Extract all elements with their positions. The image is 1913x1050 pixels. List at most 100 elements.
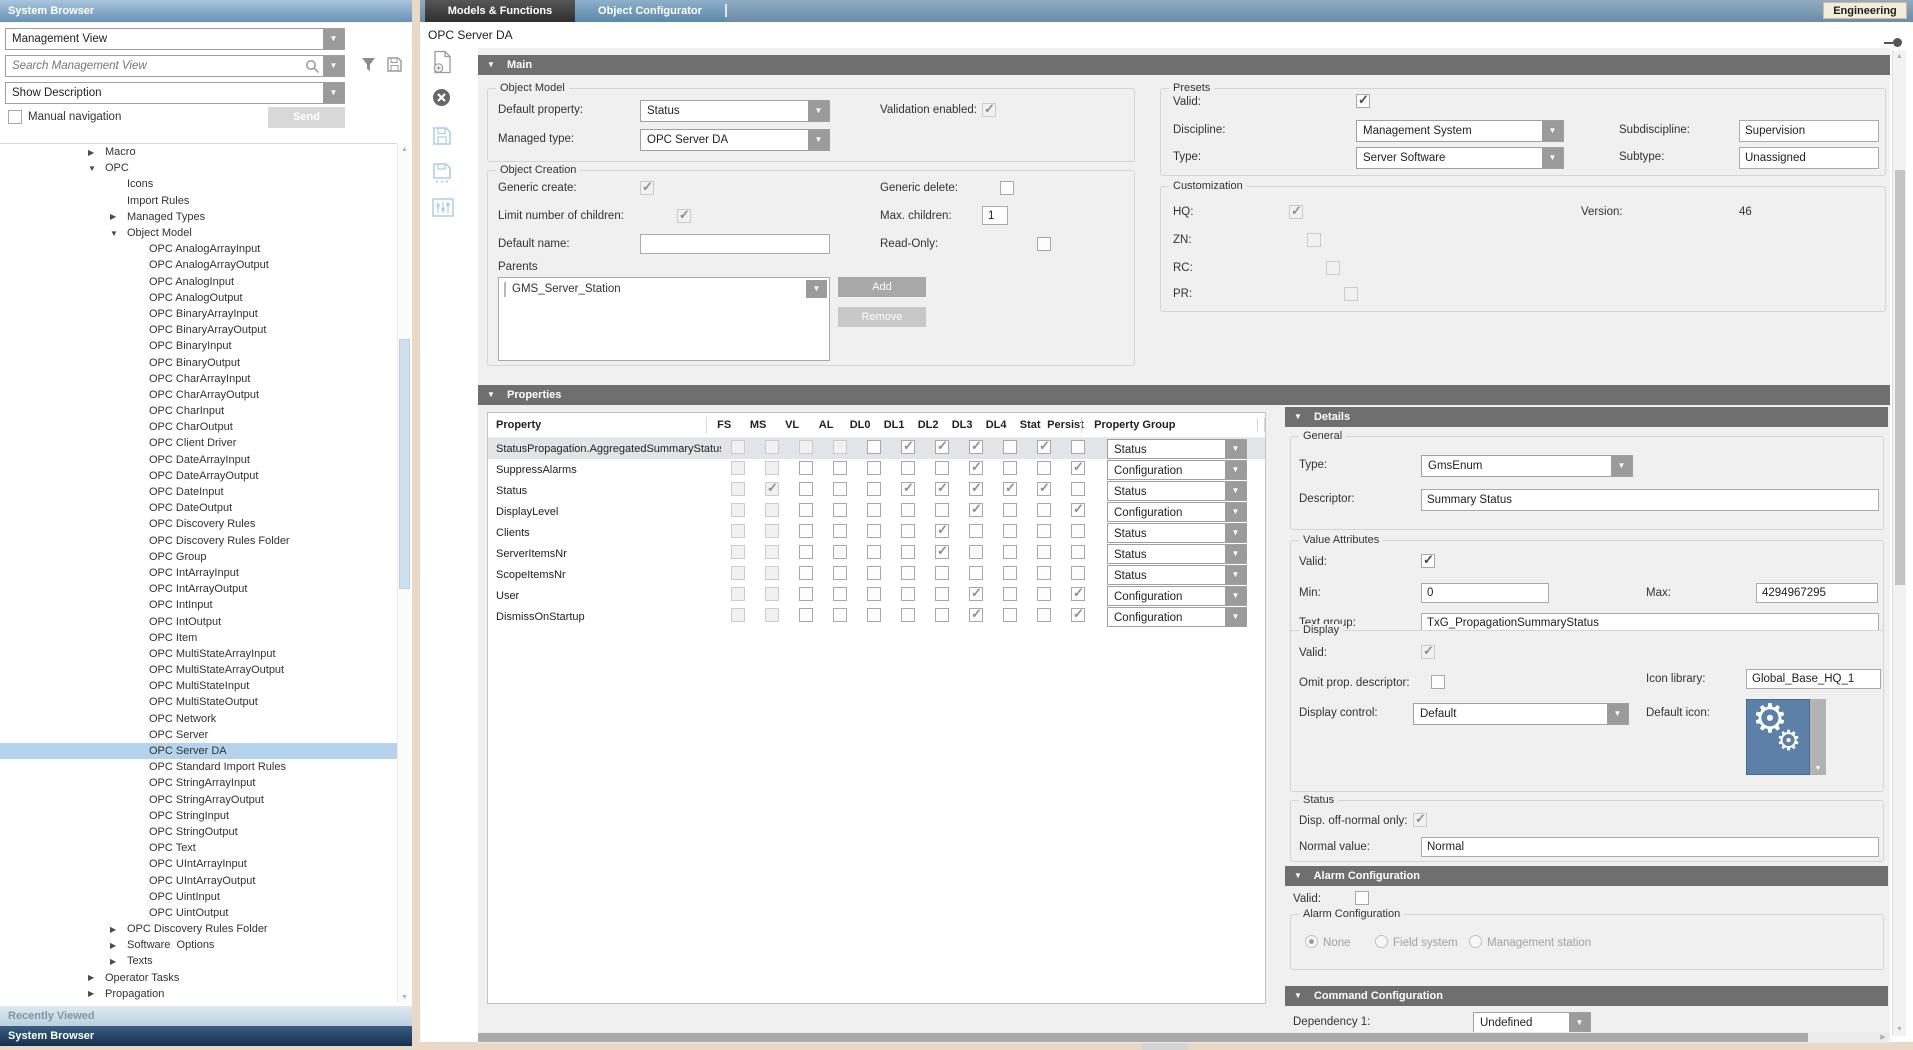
column-header[interactable]: Persist <box>1047 419 1081 431</box>
tree-item[interactable]: OPC Discovery Rules Folder <box>0 533 397 549</box>
flag-checkbox-dl2[interactable] <box>935 482 949 496</box>
flag-checkbox-al[interactable] <box>833 524 847 538</box>
flag-checkbox-vl[interactable] <box>799 524 813 538</box>
dropdown-arrow-icon[interactable]: ▼ <box>1611 456 1632 476</box>
tree-collapsed-arrow-icon[interactable]: ▶ <box>110 957 127 966</box>
flag-checkbox-dl1[interactable] <box>901 482 915 496</box>
command-section-header[interactable]: ▼ Command Configuration <box>1285 986 1888 1006</box>
collapse-arrow-icon[interactable]: ▼ <box>1294 991 1302 1000</box>
recently-viewed-bar[interactable]: Recently Viewed <box>0 1006 412 1026</box>
tree-item[interactable]: OPC AnalogOutput <box>0 290 397 306</box>
collapse-arrow-icon[interactable]: ▼ <box>487 60 495 69</box>
tree-collapsed-arrow-icon[interactable]: ▶ <box>88 148 105 157</box>
dropdown-arrow-icon[interactable]: ▼ <box>1225 566 1246 584</box>
flag-checkbox-vl[interactable] <box>799 545 813 559</box>
tree-expanded-arrow-icon[interactable]: ▼ <box>110 229 127 238</box>
tree-item[interactable]: OPC AnalogArrayInput <box>0 241 397 257</box>
column-header[interactable]: DL4 <box>979 419 1013 431</box>
collapse-arrow-icon[interactable]: ▼ <box>1294 871 1302 880</box>
flag-checkbox-dl1[interactable] <box>901 503 915 517</box>
discipline-select[interactable]: Management System ▼ <box>1356 120 1564 142</box>
alarm-section-header[interactable]: ▼ Alarm Configuration <box>1285 866 1888 886</box>
column-header[interactable]: FS <box>707 419 741 431</box>
flag-checkbox-dl3[interactable] <box>969 524 983 538</box>
column-header[interactable]: VL <box>775 419 809 431</box>
flag-checkbox-dl1[interactable] <box>901 608 915 622</box>
property-group-select[interactable]: Status▼ <box>1107 544 1247 564</box>
tree-item[interactable]: ▼OPC <box>0 160 397 176</box>
tree-item[interactable]: ▶Propagation <box>0 986 397 1002</box>
parent-list-item[interactable]: GMS_Server_Station <box>512 283 621 295</box>
new-object-icon[interactable] <box>432 50 456 76</box>
property-group-select[interactable]: Status▼ <box>1107 481 1247 501</box>
column-header[interactable]: DL0 <box>843 419 877 431</box>
flag-checkbox-vl[interactable] <box>799 482 813 496</box>
column-header[interactable]: DL2 <box>911 419 945 431</box>
tree-item[interactable]: OPC Group <box>0 549 397 565</box>
flag-checkbox-stat[interactable] <box>1037 566 1051 580</box>
column-header[interactable]: Property Group <box>1081 417 1251 433</box>
tree-item[interactable]: OPC DateInput <box>0 484 397 500</box>
dropdown-arrow-icon[interactable]: ▼ <box>806 280 827 298</box>
tree-collapsed-arrow-icon[interactable]: ▶ <box>88 989 105 998</box>
tree-item[interactable]: OPC IntInput <box>0 597 397 613</box>
dropdown-arrow-icon[interactable]: ▼ <box>1225 461 1246 479</box>
dropdown-arrow-icon[interactable]: ▼ <box>808 130 829 150</box>
flag-checkbox-dl3[interactable] <box>969 566 983 580</box>
tree-item[interactable]: OPC UIntArrayOutput <box>0 872 397 888</box>
preset-type-select[interactable]: Server Software ▼ <box>1356 147 1564 169</box>
flag-checkbox-persist[interactable] <box>1071 566 1085 580</box>
managed-type-select[interactable]: OPC Server DA ▼ <box>640 129 830 151</box>
flag-checkbox-persist[interactable] <box>1071 587 1085 601</box>
max-children-input[interactable] <box>982 206 1008 225</box>
tree-item[interactable]: Icons <box>0 176 397 192</box>
tree-item[interactable]: OPC UintInput <box>0 889 397 905</box>
dropdown-arrow-icon[interactable]: ▼ <box>1569 1013 1590 1033</box>
flag-checkbox-dl4[interactable] <box>1003 461 1017 475</box>
descriptor-input[interactable] <box>1421 489 1879 511</box>
default-name-input[interactable] <box>640 234 830 254</box>
property-row[interactable]: ScopeItemsNrStatus▼ <box>488 564 1265 585</box>
dropdown-arrow-icon[interactable]: ▼ <box>1225 587 1246 605</box>
dropdown-arrow-icon[interactable]: ▼ <box>1225 503 1246 521</box>
max-input[interactable] <box>1756 583 1878 603</box>
column-header[interactable]: MS <box>741 419 775 431</box>
column-header[interactable]: DL3 <box>945 419 979 431</box>
flag-checkbox-dl2[interactable] <box>935 587 949 601</box>
subtype-input[interactable] <box>1739 147 1879 169</box>
display-control-select[interactable]: Default ▼ <box>1413 703 1629 725</box>
subdiscipline-input[interactable] <box>1739 120 1879 142</box>
tab-models-functions[interactable]: Models & Functions <box>425 0 575 22</box>
tree-collapsed-arrow-icon[interactable]: ▶ <box>110 925 127 934</box>
dropdown-arrow-icon[interactable]: ▼ <box>1225 440 1246 458</box>
dropdown-arrow-icon[interactable]: ▼ <box>1225 482 1246 500</box>
horizontal-scrollbar-thumb[interactable] <box>478 1033 1808 1042</box>
property-row[interactable]: DismissOnStartupConfiguration▼ <box>488 606 1265 627</box>
dropdown-arrow-icon[interactable]: ▼ <box>323 83 344 103</box>
flag-checkbox-dl4[interactable] <box>1003 524 1017 538</box>
default-icon-gears[interactable]: ⚙ ⚙ <box>1746 699 1810 775</box>
flag-checkbox-dl2[interactable] <box>935 524 949 538</box>
flag-checkbox-dl0[interactable] <box>867 566 881 580</box>
property-group-select[interactable]: Configuration▼ <box>1107 460 1247 480</box>
tree-item[interactable]: OPC MultiStateArrayOutput <box>0 662 397 678</box>
tree-item[interactable]: OPC BinaryOutput <box>0 354 397 370</box>
flag-checkbox-dl2[interactable] <box>935 440 949 454</box>
tree-item[interactable]: OPC DateArrayOutput <box>0 468 397 484</box>
generic-delete-checkbox[interactable] <box>1000 181 1014 195</box>
filter-icon[interactable] <box>360 56 377 78</box>
tree-item[interactable]: ▶Macro <box>0 144 397 160</box>
flag-checkbox-al[interactable] <box>833 503 847 517</box>
property-group-select[interactable]: Configuration▼ <box>1107 502 1247 522</box>
omit-descriptor-checkbox[interactable] <box>1431 675 1445 689</box>
tree-item[interactable]: OPC BinaryInput <box>0 338 397 354</box>
property-row[interactable]: ClientsStatus▼ <box>488 522 1265 543</box>
property-row[interactable]: StatusStatus▼ <box>488 480 1265 501</box>
tree-item[interactable]: OPC Client Driver <box>0 435 397 451</box>
tree-item[interactable]: OPC AnalogInput <box>0 274 397 290</box>
flag-checkbox-dl3[interactable] <box>969 545 983 559</box>
flag-checkbox-al[interactable] <box>833 545 847 559</box>
flag-checkbox-stat[interactable] <box>1037 545 1051 559</box>
flag-checkbox-dl2[interactable] <box>935 566 949 580</box>
property-group-select[interactable]: Status▼ <box>1107 565 1247 585</box>
